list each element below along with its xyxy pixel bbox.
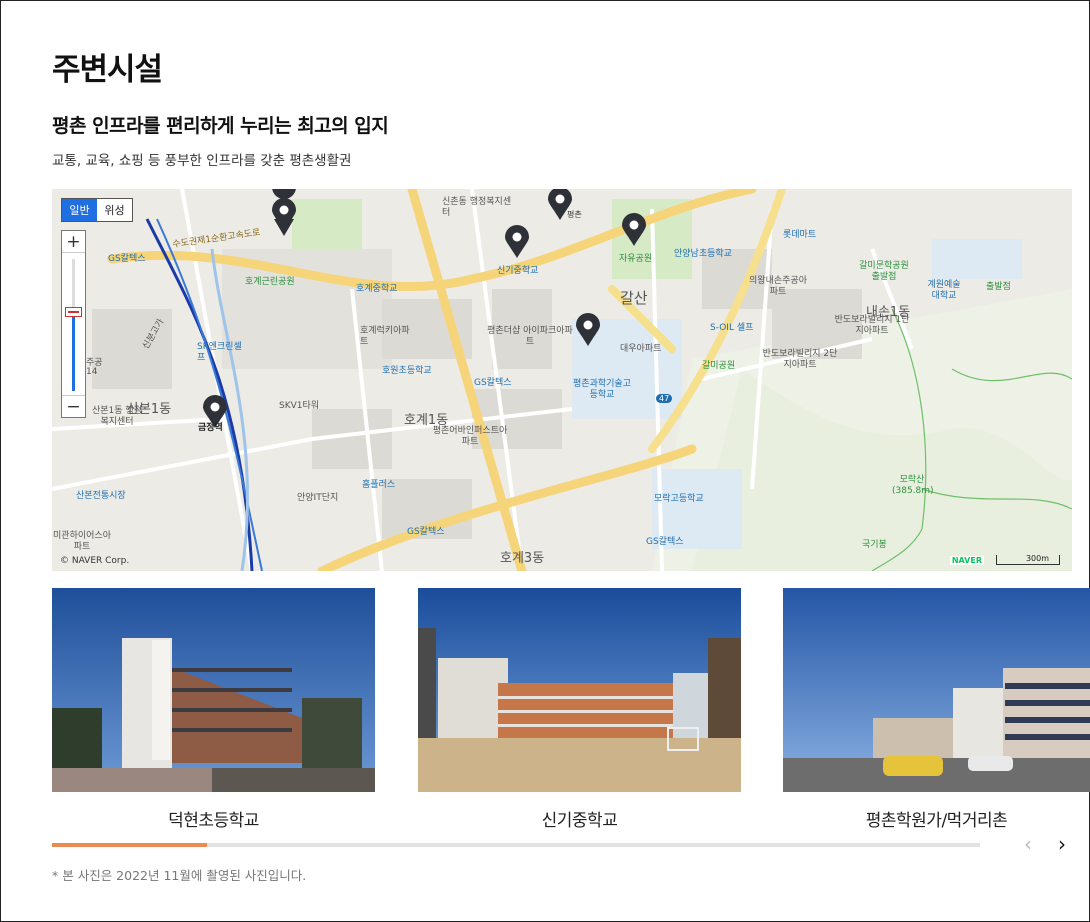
section-title: 주변시설 [52, 52, 163, 88]
map-label: GS칼텍스 [108, 254, 146, 264]
zoom-in-button[interactable]: + [62, 231, 85, 253]
map-type-normal-button[interactable]: 일반 [62, 199, 97, 221]
map-label: 호계3동 [500, 551, 545, 566]
map-label: 홈플러스 [362, 480, 396, 490]
chevron-left-icon[interactable]: ‹ [1024, 832, 1032, 856]
map-label: 호원초등학교 [382, 366, 432, 376]
photo-school-middle[interactable] [418, 588, 741, 792]
zoom-level-fill [72, 313, 75, 391]
map-label: 반도보라빌리지 2단지아파트 [762, 349, 838, 370]
map-label: 갈미공원 [702, 361, 736, 371]
photo-caption: 평촌학원가/먹거리촌 [865, 811, 1008, 831]
pin-icon[interactable] [575, 313, 601, 347]
map-label: 자유공원 [619, 254, 653, 264]
map-label: 롯데마트 [783, 230, 817, 240]
map-label: 출발점 [986, 282, 1011, 292]
zoom-control: + − [61, 230, 86, 418]
map-label: 국기봉 [862, 540, 887, 550]
map-type-toggle: 일반 위성 [61, 198, 133, 222]
map-label: 미관하이어스아파트 [53, 531, 111, 552]
map-label: 평촌과학기술고등학교 [573, 379, 631, 400]
pin-icon[interactable] [271, 198, 297, 232]
map-label: 호계중학교 [356, 284, 398, 294]
map-label: SKV1타워 [279, 401, 320, 411]
headline: 평촌 인프라를 편리하게 누리는 최고의 입지 [52, 115, 389, 137]
map-label: 평촌 [567, 210, 582, 219]
map-label: 안양IT단지 [297, 493, 339, 503]
map-label: 모락고등학교 [654, 494, 704, 504]
map-label: 의왕내손주공아파트 [749, 276, 807, 297]
pin-icon[interactable] [504, 225, 530, 259]
map-copyright: © NAVER Corp. [60, 556, 130, 566]
map-label: 평촌더샵 아이파크아파트 [487, 326, 573, 347]
map-label: 내손1동 [866, 305, 911, 320]
chevron-right-icon[interactable]: › [1058, 832, 1066, 856]
map-label: GS칼텍스 [646, 537, 684, 547]
map-type-satellite-button[interactable]: 위성 [97, 199, 132, 221]
map-label: 신촌동 행정복지센터 [442, 197, 512, 218]
map-label: GS칼텍스 [407, 527, 445, 537]
map-label: GS칼텍스 [474, 378, 512, 388]
map-label: 호계럭키아파트 [360, 326, 410, 347]
map-label: SK엔크린셀프 [197, 342, 242, 363]
map-label: 평촌어바인퍼스트아파트 [432, 426, 508, 447]
map-label: S-OIL 셀프 [710, 323, 754, 333]
map[interactable]: 평촌 신기중학교 자유공원 호계근린공원 호계중학교 안양남초등학교 롯데마트 … [52, 189, 1072, 571]
map-label: 신기중학교 [497, 266, 539, 276]
map-label: 갈산 [620, 289, 648, 307]
map-label: 산본전통시장 [76, 491, 126, 501]
map-label: 대우아파트 [620, 344, 662, 354]
map-label: 계원예술대학교 [927, 280, 961, 301]
map-label: 갈미문학공원 출발점 [859, 261, 909, 282]
slider-progress-fill [52, 843, 207, 847]
map-scale: 300m [996, 555, 1060, 565]
photo-caption: 신기중학교 [541, 811, 618, 831]
naver-logo: NAVER [949, 556, 984, 565]
map-label: 금정역 [198, 423, 223, 433]
map-label: 안양남초등학교 [674, 249, 732, 259]
photo-school-elementary[interactable] [52, 588, 375, 792]
zoom-slider-handle[interactable] [65, 307, 82, 317]
pin-icon[interactable] [621, 213, 647, 247]
photo-caption: 덕현초등학교 [168, 811, 259, 831]
route-badge: 47 [656, 394, 673, 403]
map-label: 모락산 (385.8m) [892, 475, 934, 496]
slider-progress[interactable] [52, 843, 980, 847]
map-label: 14 [86, 367, 98, 377]
description: 교통, 교육, 쇼핑 등 풍부한 인프라를 갖춘 평촌생활권 [52, 153, 352, 169]
map-label: 산본1동 행정복지센터 [92, 406, 142, 427]
map-label: 호계근린공원 [245, 277, 295, 287]
map-canvas[interactable] [52, 189, 1072, 571]
zoom-out-button[interactable]: − [62, 395, 85, 417]
photo-academy-street[interactable] [783, 588, 1090, 792]
photo-footnote: * 본 사진은 2022년 11월에 촬영된 사진입니다. [52, 868, 307, 883]
